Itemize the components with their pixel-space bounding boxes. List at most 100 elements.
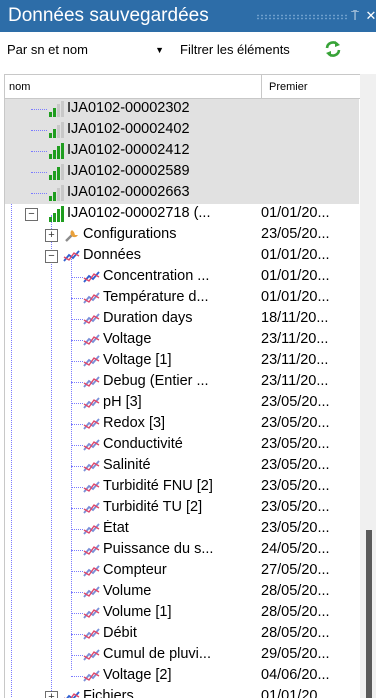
- measure-label: Température d...: [103, 289, 209, 305]
- signal-strength-icon: [49, 185, 64, 201]
- pin-icon[interactable]: ⍑: [348, 0, 362, 32]
- measure-label: Voltage [2]: [103, 667, 172, 683]
- expand-toggle[interactable]: +: [45, 691, 58, 698]
- line-chart-icon: [83, 460, 100, 472]
- tree-item-measure[interactable]: Cumul de pluvi... 29/05/20...: [5, 645, 359, 666]
- tree-item-fichiers[interactable]: + Fichiers 01/01/20...: [5, 687, 359, 698]
- first-date: 23/11/20...: [261, 352, 329, 368]
- group-by-select[interactable]: Par sn et nom ▼: [4, 39, 170, 61]
- measure-label: Puissance du s...: [103, 541, 214, 557]
- tree-item-measure[interactable]: Voltage 23/11/20...: [5, 330, 359, 351]
- first-date: 23/05/20...: [261, 499, 330, 515]
- tree-item-measure[interactable]: Température d... 01/01/20...: [5, 288, 359, 309]
- measure-label: Voltage [1]: [103, 352, 172, 368]
- tree-item-configurations[interactable]: + Configurations 23/05/20...: [5, 225, 359, 246]
- collapse-toggle[interactable]: −: [25, 208, 38, 221]
- tree-view: IJA0102-00002302 IJA0102-00002402 IJA010…: [5, 99, 365, 698]
- wrench-icon: [65, 230, 78, 242]
- device-label: IJA0102-00002663: [67, 184, 190, 200]
- first-date: 24/05/20...: [261, 541, 330, 557]
- filter-items-button[interactable]: Filtrer les éléments: [180, 39, 290, 61]
- tree-item-measure[interactable]: État 23/05/20...: [5, 519, 359, 540]
- first-date: 01/01/20...: [261, 688, 330, 698]
- tree-item-device[interactable]: IJA0102-00002663: [5, 183, 359, 204]
- tree-item-measure[interactable]: Voltage [2] 04/06/20...: [5, 666, 359, 687]
- first-date: 04/06/20...: [261, 667, 330, 683]
- tree-item-measure[interactable]: Conductivité 23/05/20...: [5, 435, 359, 456]
- line-chart-icon: [83, 544, 100, 556]
- measure-label: Turbidité TU [2]: [103, 499, 203, 515]
- column-header-name[interactable]: nom: [9, 81, 30, 93]
- first-date: 23/05/20...: [261, 226, 330, 242]
- panel-title-bar: Données sauvegardées ⍑ ✕: [0, 0, 376, 32]
- tree-item-measure[interactable]: Redox [3] 23/05/20...: [5, 414, 359, 435]
- column-header-first[interactable]: Premier: [269, 81, 308, 93]
- group-by-value: Par sn et nom: [7, 42, 88, 57]
- first-date: 27/05/20...: [261, 562, 330, 578]
- tree-item-device-expanded[interactable]: − IJA0102-00002718 (... 01/01/20...: [5, 204, 359, 225]
- measure-label: Turbidité FNU [2]: [103, 478, 213, 494]
- device-label: IJA0102-00002718 (...: [67, 205, 211, 221]
- first-date: 23/05/20...: [261, 394, 330, 410]
- first-date: 28/05/20...: [261, 625, 330, 641]
- device-label: IJA0102-00002589: [67, 163, 190, 179]
- tree-item-measure[interactable]: Concentration ... 01/01/20...: [5, 267, 359, 288]
- first-date: 28/05/20...: [261, 604, 330, 620]
- grid-header: nom Premier: [5, 75, 376, 99]
- tree-item-measure[interactable]: Volume 28/05/20...: [5, 582, 359, 603]
- measure-label: Voltage: [103, 331, 152, 347]
- tree-item-device[interactable]: IJA0102-00002412: [5, 141, 359, 162]
- first-date: 23/05/20...: [261, 457, 330, 473]
- tree-item-measure[interactable]: Salinité 23/05/20...: [5, 456, 359, 477]
- line-chart-icon: [83, 418, 100, 430]
- tree-item-measure[interactable]: Volume [1] 28/05/20...: [5, 603, 359, 624]
- refresh-icon: [325, 41, 341, 57]
- line-chart-icon: [83, 523, 100, 535]
- tree-item-measure[interactable]: Puissance du s... 24/05/20...: [5, 540, 359, 561]
- tree-item-measure[interactable]: Debug (Entier ... 23/11/20...: [5, 372, 359, 393]
- scrollbar-thumb[interactable]: [366, 530, 372, 698]
- first-date: 28/05/20...: [261, 583, 330, 599]
- tree-item-donnees[interactable]: − Données 01/01/20...: [5, 246, 359, 267]
- tree-item-measure[interactable]: Compteur 27/05/20...: [5, 561, 359, 582]
- tree-item-device[interactable]: IJA0102-00002302: [5, 99, 359, 120]
- line-chart-icon: [83, 670, 100, 682]
- drag-grip[interactable]: [256, 14, 348, 20]
- toolbar: Par sn et nom ▼ Filtrer les éléments: [0, 32, 376, 68]
- tree-item-measure[interactable]: Turbidité TU [2] 23/05/20...: [5, 498, 359, 519]
- line-chart-icon: [83, 502, 100, 514]
- first-date: 23/11/20...: [261, 373, 329, 389]
- line-chart-icon: [83, 649, 100, 661]
- column-separator[interactable]: [261, 75, 262, 99]
- measure-label: Volume [1]: [103, 604, 172, 620]
- line-chart-icon: [83, 271, 100, 283]
- signal-strength-icon: [49, 143, 64, 159]
- line-chart-icon: [83, 565, 100, 577]
- group-label: Fichiers: [83, 688, 134, 698]
- first-date: 23/05/20...: [261, 520, 330, 536]
- expand-toggle[interactable]: +: [45, 229, 58, 242]
- refresh-button[interactable]: [323, 39, 343, 61]
- saved-data-grid: nom Premier IJA0102-00002302 IJA0102-000…: [4, 74, 376, 698]
- measure-label: Concentration ...: [103, 268, 210, 284]
- collapse-toggle[interactable]: −: [45, 250, 58, 263]
- tree-item-measure[interactable]: Débit 28/05/20...: [5, 624, 359, 645]
- chevron-down-icon: ▼: [155, 45, 164, 55]
- tree-item-measure[interactable]: Turbidité FNU [2] 23/05/20...: [5, 477, 359, 498]
- first-date: 23/05/20...: [261, 436, 330, 452]
- signal-strength-icon: [49, 122, 64, 138]
- line-chart-icon: [64, 691, 80, 698]
- line-chart-icon: [83, 481, 100, 493]
- tree-item-measure[interactable]: pH [3] 23/05/20...: [5, 393, 359, 414]
- close-icon[interactable]: ✕: [364, 0, 376, 32]
- line-chart-icon: [83, 334, 100, 346]
- tree-item-measure[interactable]: Duration days 18/11/20...: [5, 309, 359, 330]
- device-label: IJA0102-00002402: [67, 121, 190, 137]
- tree-item-device[interactable]: IJA0102-00002402: [5, 120, 359, 141]
- tree-item-device[interactable]: IJA0102-00002589: [5, 162, 359, 183]
- measure-label: Duration days: [103, 310, 193, 326]
- tree-item-measure[interactable]: Voltage [1] 23/11/20...: [5, 351, 359, 372]
- measure-label: Conductivité: [103, 436, 183, 452]
- group-label: Configurations: [83, 226, 177, 242]
- first-date: 18/11/20...: [261, 310, 329, 326]
